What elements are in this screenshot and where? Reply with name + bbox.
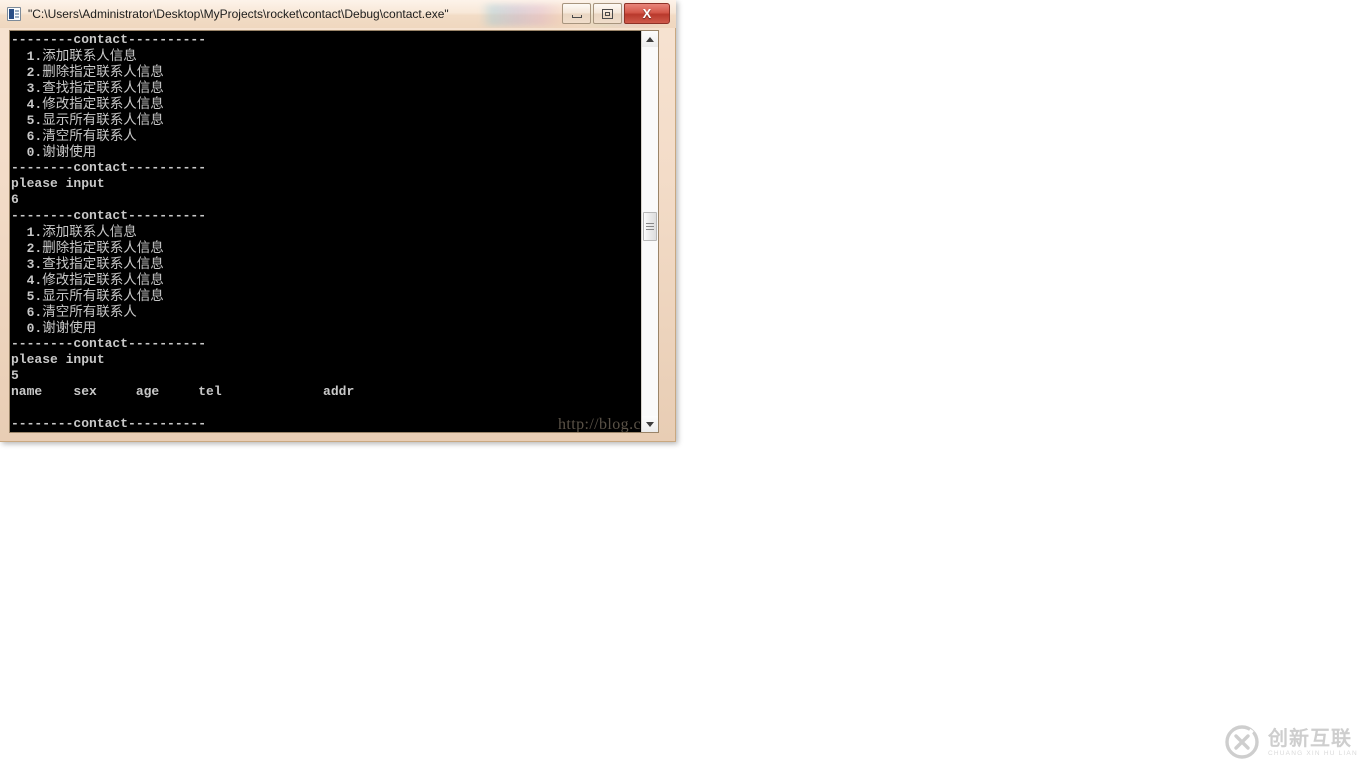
terminal-line: please input bbox=[11, 352, 651, 368]
terminal-span: 4. bbox=[11, 97, 43, 112]
scroll-up-arrow-icon[interactable] bbox=[642, 31, 658, 47]
terminal-span: 1. bbox=[11, 225, 43, 240]
close-button[interactable]: X bbox=[624, 3, 670, 24]
terminal-span: --------contact---------- bbox=[11, 160, 207, 175]
maximize-button[interactable] bbox=[593, 3, 622, 24]
terminal-span: 4. bbox=[11, 273, 43, 288]
terminal-span: --------contact---------- bbox=[11, 32, 207, 47]
terminal-span: 3. bbox=[11, 257, 43, 272]
terminal-line: 5.显示所有联系人信息 bbox=[11, 112, 651, 128]
terminal-line: --------contact---------- bbox=[11, 32, 651, 48]
terminal-span: please input bbox=[11, 176, 105, 191]
terminal-text: --------contact---------- 1.添加联系人信息 2.删除… bbox=[10, 32, 651, 432]
window-title: "C:\Users\Administrator\Desktop\MyProjec… bbox=[28, 7, 449, 21]
scrollbar-thumb[interactable] bbox=[643, 212, 657, 241]
terminal-span: --------contact---------- bbox=[11, 336, 207, 351]
window-titlebar[interactable]: "C:\Users\Administrator\Desktop\MyProjec… bbox=[0, 0, 676, 28]
terminal-line: 0.谢谢使用 bbox=[11, 144, 651, 160]
minimize-button[interactable] bbox=[562, 3, 591, 24]
minimize-icon bbox=[571, 14, 582, 18]
terminal-span: 0. bbox=[11, 321, 43, 336]
terminal-span: 显示所有联系人信息 bbox=[42, 288, 164, 304]
terminal-line: 1.添加联系人信息 bbox=[11, 224, 651, 240]
console-app-icon bbox=[7, 7, 21, 21]
terminal-line: please input bbox=[11, 176, 651, 192]
terminal-span: 6. bbox=[11, 129, 43, 144]
console-window: "C:\Users\Administrator\Desktop\MyProjec… bbox=[0, 0, 676, 442]
terminal-span: 1. bbox=[11, 49, 43, 64]
terminal-span: 谢谢使用 bbox=[42, 144, 97, 160]
console-scrollbar[interactable] bbox=[641, 31, 658, 432]
terminal-line: --------contact---------- bbox=[11, 336, 651, 352]
terminal-line: 3.查找指定联系人信息 bbox=[11, 256, 651, 272]
terminal-span: 5. bbox=[11, 113, 43, 128]
terminal-span: 6. bbox=[11, 305, 43, 320]
terminal-span: 清空所有联系人 bbox=[42, 304, 137, 320]
console-output-area[interactable]: --------contact---------- 1.添加联系人信息 2.删除… bbox=[9, 30, 659, 433]
scrollbar-track[interactable] bbox=[642, 47, 658, 416]
terminal-line: name sex age tel addr bbox=[11, 384, 651, 400]
terminal-span: name sex age tel addr bbox=[11, 384, 355, 399]
terminal-span: 6 bbox=[11, 192, 19, 207]
terminal-span: 2. bbox=[11, 65, 43, 80]
terminal-line: 6 bbox=[11, 192, 651, 208]
terminal-span: 查找指定联系人信息 bbox=[42, 80, 164, 96]
terminal-line: 2.删除指定联系人信息 bbox=[11, 240, 651, 256]
terminal-span: please input bbox=[11, 352, 105, 367]
terminal-line: 4.修改指定联系人信息 bbox=[11, 96, 651, 112]
brand-name-en: CHUANG XIN HU LIAN bbox=[1268, 749, 1358, 757]
cx-circle-icon bbox=[1222, 722, 1262, 762]
terminal-span: 修改指定联系人信息 bbox=[42, 272, 164, 288]
terminal-span: 查找指定联系人信息 bbox=[42, 256, 164, 272]
terminal-span: 添加联系人信息 bbox=[42, 48, 137, 64]
window-controls: X bbox=[562, 3, 670, 24]
screen-root: "C:\Users\Administrator\Desktop\MyProjec… bbox=[0, 0, 1360, 768]
terminal-span: 添加联系人信息 bbox=[42, 224, 137, 240]
terminal-span: 谢谢使用 bbox=[42, 320, 97, 336]
terminal-line: --------contact---------- bbox=[11, 160, 651, 176]
maximize-icon bbox=[602, 8, 613, 19]
terminal-span: --------contact---------- bbox=[11, 416, 207, 431]
terminal-line: 4.修改指定联系人信息 bbox=[11, 272, 651, 288]
triangle-down-icon bbox=[646, 421, 654, 427]
terminal-line: 5.显示所有联系人信息 bbox=[11, 288, 651, 304]
terminal-span: 0. bbox=[11, 145, 43, 160]
terminal-span: 删除指定联系人信息 bbox=[42, 240, 164, 256]
terminal-line: 2.删除指定联系人信息 bbox=[11, 64, 651, 80]
brand-logo: 创新互联 CHUANG XIN HU LIAN bbox=[1222, 716, 1360, 768]
terminal-line: 5 bbox=[11, 368, 651, 384]
terminal-line: 6.清空所有联系人 bbox=[11, 304, 651, 320]
terminal-line: 3.查找指定联系人信息 bbox=[11, 80, 651, 96]
terminal-line: --------contact---------- bbox=[11, 416, 651, 432]
grip-icon bbox=[646, 223, 654, 224]
brand-text: 创新互联 CHUANG XIN HU LIAN bbox=[1268, 727, 1358, 758]
terminal-line: --------contact---------- bbox=[11, 208, 651, 224]
terminal-span: 删除指定联系人信息 bbox=[42, 64, 164, 80]
terminal-line: 6.清空所有联系人 bbox=[11, 128, 651, 144]
terminal-span: 5 bbox=[11, 368, 19, 383]
terminal-span: 修改指定联系人信息 bbox=[42, 96, 164, 112]
terminal-span: 5. bbox=[11, 289, 43, 304]
terminal-line: 1.添加联系人信息 bbox=[11, 48, 651, 64]
triangle-up-icon bbox=[646, 36, 654, 42]
scroll-down-arrow-icon[interactable] bbox=[642, 416, 658, 432]
terminal-span: 2. bbox=[11, 241, 43, 256]
terminal-span: 3. bbox=[11, 81, 43, 96]
terminal-span: --------contact---------- bbox=[11, 208, 207, 223]
terminal-line: 0.谢谢使用 bbox=[11, 320, 651, 336]
brand-name-cn: 创新互联 bbox=[1268, 725, 1352, 750]
terminal-span: 清空所有联系人 bbox=[42, 128, 137, 144]
terminal-span: 显示所有联系人信息 bbox=[42, 112, 164, 128]
